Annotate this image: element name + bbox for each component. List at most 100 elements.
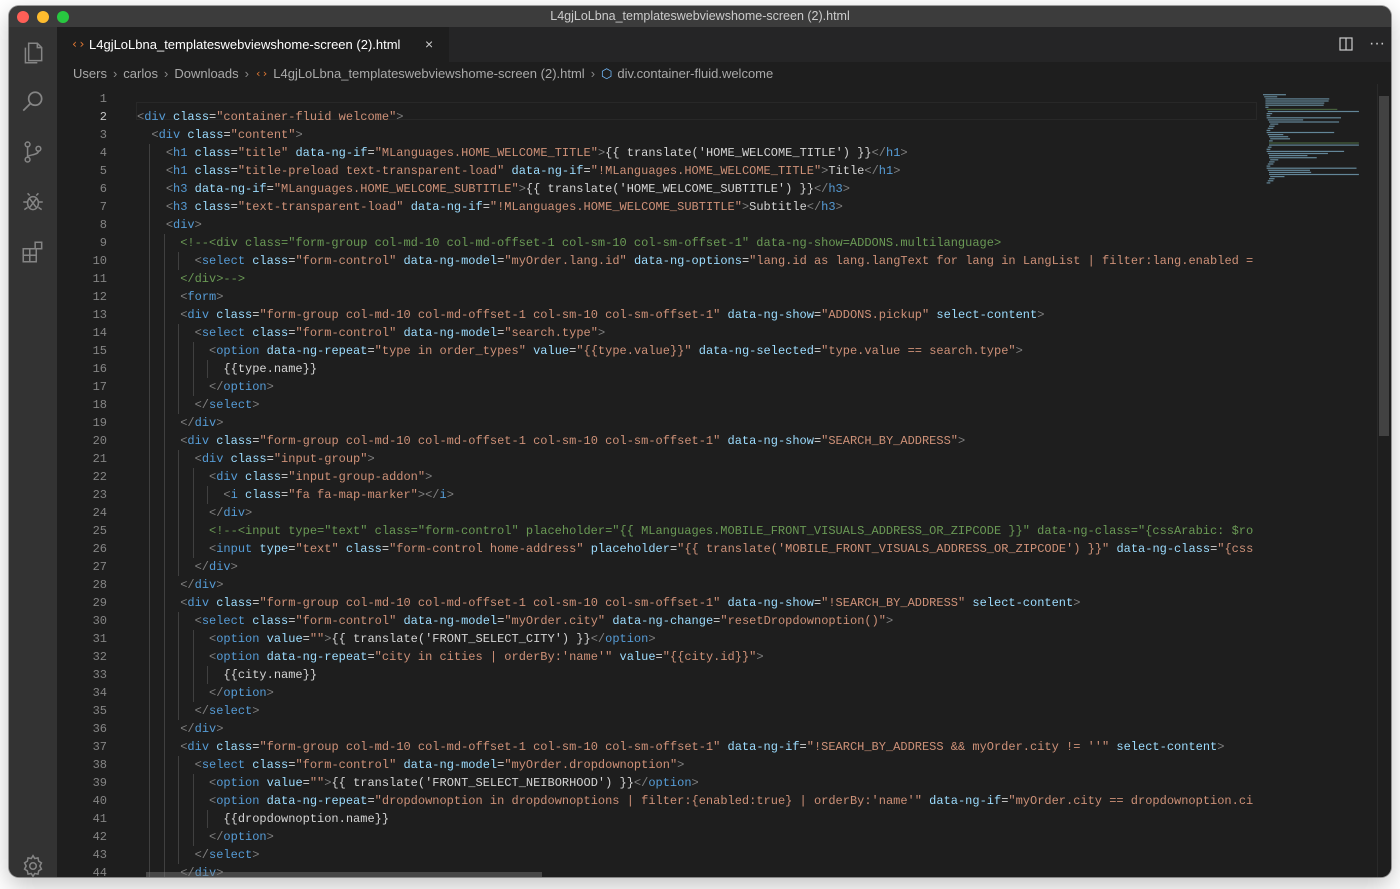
- code-line[interactable]: <select class="form-control" data-ng-mod…: [137, 612, 894, 630]
- code-line[interactable]: <option data-ng-repeat="city in cities |…: [137, 648, 764, 666]
- source-control-icon[interactable]: [20, 139, 46, 165]
- code-line[interactable]: <div class="form-group col-md-10 col-md-…: [137, 432, 965, 450]
- maximize-window-button[interactable]: [57, 11, 69, 23]
- breadcrumb-item-carlos[interactable]: carlos: [123, 64, 158, 84]
- indent-guide: [163, 540, 165, 558]
- code-line[interactable]: <option value="">{{ translate('FRONT_SEL…: [137, 774, 699, 792]
- indent-guide: [178, 522, 180, 540]
- code-line[interactable]: {{dropdownoption.name}}: [137, 810, 389, 828]
- indent-guide: [207, 666, 208, 684]
- minimize-window-button[interactable]: [37, 11, 49, 23]
- code-line[interactable]: <option data-ng-repeat="dropdownoption i…: [137, 792, 1253, 810]
- code-line[interactable]: <div class="input-group">: [137, 450, 375, 468]
- indent-guide: [163, 270, 165, 288]
- code-line[interactable]: <h1 class="title-preload text-transparen…: [137, 162, 901, 180]
- line-number: 6: [99, 182, 107, 196]
- minimap-line: [1266, 150, 1345, 152]
- indent-guide: [163, 378, 165, 396]
- indent-guide: [149, 810, 151, 828]
- indent-guide: [149, 378, 151, 396]
- tab-active-file[interactable]: ‹› L4gjLoLbna_templateswebviewshome-scre…: [57, 27, 449, 62]
- code-line[interactable]: <i class="fa fa-map-marker"></i>: [137, 486, 453, 504]
- split-editor-icon[interactable]: [1339, 37, 1353, 51]
- code-line[interactable]: <input type="text" class="form-control h…: [137, 540, 1253, 558]
- close-window-button[interactable]: [17, 11, 29, 23]
- minimap-line: [1266, 167, 1357, 169]
- tab-bar: ‹› L4gjLoLbna_templateswebviewshome-scre…: [57, 27, 1391, 62]
- breadcrumb-item-downloads[interactable]: Downloads: [174, 64, 238, 84]
- code-line[interactable]: <div class="form-group col-md-10 col-md-…: [137, 306, 1044, 324]
- code-line[interactable]: <h1 class="title" data-ng-if="MLanguages…: [137, 144, 908, 162]
- minimap-line: [1266, 129, 1271, 131]
- horizontal-scrollbar-thumb[interactable]: [146, 872, 542, 877]
- indent-guide: [163, 360, 165, 378]
- indent-guide: [163, 630, 165, 648]
- code-line[interactable]: <select class="form-control" data-ng-mod…: [137, 324, 606, 342]
- minimap-line: [1269, 140, 1273, 142]
- close-icon[interactable]: ×: [425, 27, 433, 62]
- indent-guide: [163, 396, 165, 414]
- line-number: 8: [99, 218, 107, 232]
- run-debug-icon[interactable]: [20, 189, 46, 215]
- minimap-line: [1269, 144, 1359, 146]
- extensions-icon[interactable]: [20, 239, 46, 265]
- indent-guide: [192, 666, 194, 684]
- breadcrumb-item-file[interactable]: L4gjLoLbna_templateswebviewshome-screen …: [273, 64, 584, 84]
- code-line[interactable]: </option>: [137, 684, 274, 702]
- indent-guide: [192, 522, 194, 540]
- code-line[interactable]: </select>: [137, 702, 260, 720]
- code-line[interactable]: <div>: [137, 216, 202, 234]
- code-line[interactable]: </option>: [137, 828, 274, 846]
- code-line[interactable]: </select>: [137, 846, 260, 864]
- indent-guide: [149, 324, 151, 342]
- indent-guide: [149, 846, 151, 864]
- editor-window: L4gjLoLbna_templateswebviewshome-screen …: [9, 6, 1391, 877]
- line-number: 42: [92, 830, 107, 844]
- code-line[interactable]: <option value="">{{ translate('FRONT_SEL…: [137, 630, 656, 648]
- minimap-line: [1266, 108, 1338, 110]
- code-line[interactable]: <select class="form-control" data-ng-mod…: [137, 756, 685, 774]
- code-line[interactable]: <div class="content">: [137, 126, 302, 144]
- code-line[interactable]: </select>: [137, 396, 260, 414]
- indent-guide: [178, 756, 180, 774]
- minimap-line: [1270, 159, 1279, 161]
- line-number: 28: [92, 578, 107, 592]
- minimap-line: [1269, 121, 1340, 123]
- indent-guide: [163, 468, 165, 486]
- indent-guide: [149, 360, 151, 378]
- line-number: 12: [92, 290, 107, 304]
- vertical-scrollbar-thumb[interactable]: [1379, 96, 1389, 436]
- tab-label: L4gjLoLbna_templateswebviewshome-screen …: [89, 37, 401, 52]
- indent-guide: [149, 144, 151, 162]
- breadcrumb-item-users[interactable]: Users: [73, 64, 107, 84]
- code-line[interactable]: <option data-ng-repeat="type in order_ty…: [137, 342, 1023, 360]
- minimap-line: [1269, 157, 1317, 159]
- code-line[interactable]: <select class="form-control" data-ng-mod…: [137, 252, 1254, 270]
- code-line[interactable]: <div class="input-group-addon">: [137, 468, 432, 486]
- code-line[interactable]: <!--<div class="form-group col-md-10 col…: [137, 234, 1001, 252]
- minimap-line: [1270, 176, 1285, 178]
- code-line[interactable]: <div class="form-group col-md-10 col-md-…: [137, 738, 1224, 756]
- code-line[interactable]: </div>-->: [137, 270, 245, 288]
- settings-gear-icon[interactable]: [20, 853, 46, 877]
- indent-guide: [149, 594, 151, 612]
- indent-guide: [163, 234, 165, 252]
- minimap[interactable]: [1259, 84, 1377, 877]
- code-line[interactable]: <div class="container-fluid welcome">: [137, 108, 403, 126]
- explorer-icon[interactable]: [20, 40, 46, 66]
- line-number: 44: [92, 866, 107, 877]
- code-line[interactable]: <!--<input type="text" class="form-contr…: [137, 522, 1253, 540]
- code-editor[interactable]: 1 2 3 4 5 6 7 8 9 10 11 12 13 14 15 16 17 18 19 20 21 22 23 24 2…: [57, 84, 1259, 877]
- code-line[interactable]: </div>: [137, 504, 252, 522]
- line-number: 16: [92, 362, 107, 376]
- minimap-line: [1267, 110, 1359, 113]
- more-actions-icon[interactable]: ···: [1369, 27, 1385, 60]
- indent-guide: [163, 612, 165, 630]
- code-line[interactable]: <div class="form-group col-md-10 col-md-…: [137, 594, 1080, 612]
- code-line[interactable]: </div>: [137, 558, 238, 576]
- breadcrumb-item-symbol[interactable]: div.container-fluid.welcome: [617, 64, 773, 84]
- code-line[interactable]: <h3 data-ng-if="MLanguages.HOME_WELCOME_…: [137, 180, 850, 198]
- search-icon[interactable]: [20, 89, 46, 115]
- code-line[interactable]: <h3 class="text-transparent-load" data-n…: [137, 198, 843, 216]
- code-line[interactable]: </option>: [137, 378, 274, 396]
